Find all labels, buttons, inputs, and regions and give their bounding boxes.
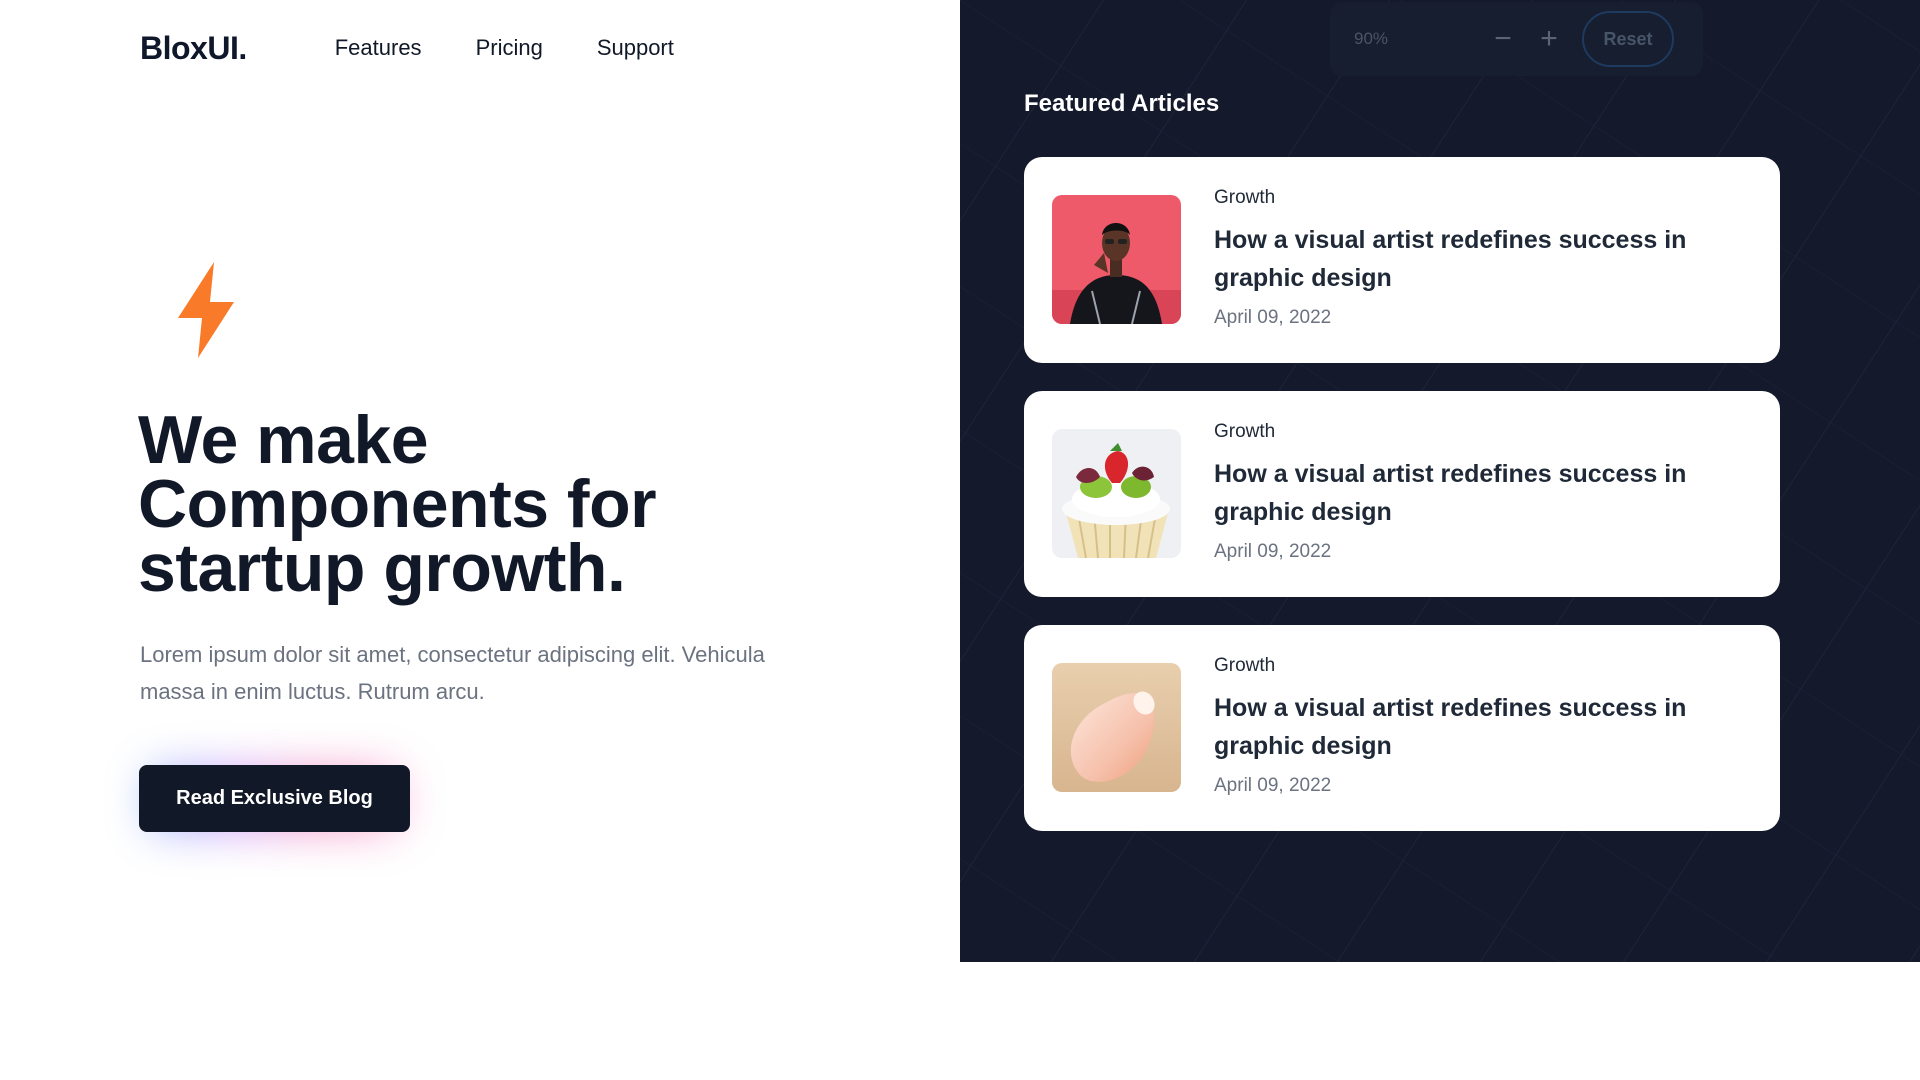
- article-title[interactable]: How a visual artist redefines success in…: [1214, 221, 1734, 297]
- hero-headline: We make Components for startup growth.: [138, 406, 778, 602]
- featured-panel: 90% − + Reset Featured Articles Growth H…: [960, 0, 1920, 962]
- article-image-vase: [1052, 663, 1181, 792]
- nav-link-pricing[interactable]: Pricing: [476, 35, 543, 61]
- zoom-toolbar: 90% − + Reset: [1330, 2, 1703, 76]
- article-category: Growth: [1214, 421, 1276, 442]
- top-nav: BloxUI. Features Pricing Support: [140, 30, 728, 66]
- article-image-portrait: [1052, 195, 1181, 324]
- reset-button[interactable]: Reset: [1582, 11, 1674, 67]
- lightning-bolt-icon: [178, 262, 234, 358]
- section-title: Featured Articles: [1024, 90, 1220, 117]
- page: BloxUI. Features Pricing Support We make…: [0, 0, 1920, 1080]
- article-title[interactable]: How a visual artist redefines success in…: [1214, 689, 1734, 765]
- article-date: April 09, 2022: [1214, 307, 1332, 328]
- plus-icon[interactable]: +: [1526, 24, 1572, 54]
- zoom-level: 90%: [1354, 29, 1389, 48]
- minus-icon[interactable]: −: [1480, 24, 1526, 54]
- article-card[interactable]: Growth How a visual artist redefines suc…: [1024, 625, 1780, 831]
- article-title[interactable]: How a visual artist redefines success in…: [1214, 455, 1734, 531]
- hero-description: Lorem ipsum dolor sit amet, consectetur …: [140, 642, 765, 704]
- article-category: Growth: [1214, 187, 1276, 208]
- brand-logo[interactable]: BloxUI.: [140, 30, 247, 67]
- headline-line-3: startup growth.: [138, 530, 626, 606]
- article-date: April 09, 2022: [1214, 541, 1332, 562]
- article-category: Growth: [1214, 655, 1276, 676]
- article-card[interactable]: Growth How a visual artist redefines suc…: [1024, 391, 1780, 597]
- article-image-cupcake: [1052, 429, 1181, 558]
- hero-section: BloxUI. Features Pricing Support We make…: [0, 0, 960, 962]
- article-card[interactable]: Growth How a visual artist redefines suc…: [1024, 157, 1780, 363]
- nav-link-support[interactable]: Support: [597, 35, 674, 61]
- nav-link-features[interactable]: Features: [335, 35, 422, 61]
- article-date: April 09, 2022: [1214, 775, 1332, 796]
- read-blog-button[interactable]: Read Exclusive Blog: [139, 765, 410, 832]
